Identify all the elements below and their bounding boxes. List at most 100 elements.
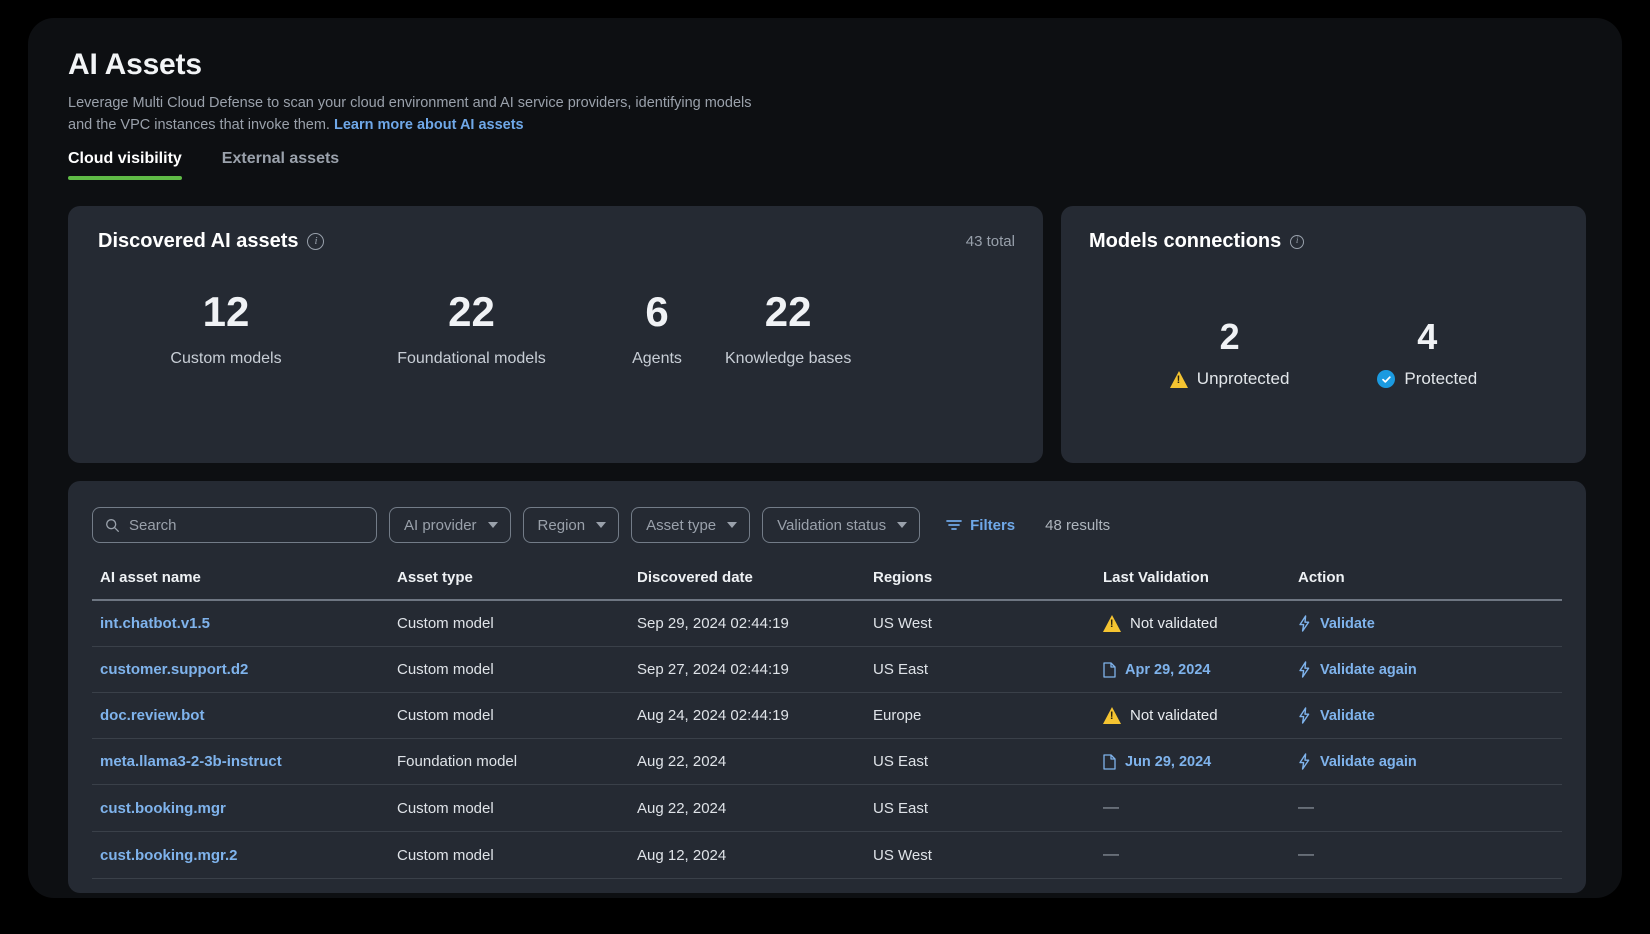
empty-value: — xyxy=(1298,846,1314,863)
connections-card-title: Models connections xyxy=(1089,230,1281,253)
tab-cloud-visibility[interactable]: Cloud visibility xyxy=(68,150,182,180)
column-header-regions[interactable]: Regions xyxy=(873,569,1103,600)
info-icon[interactable]: i xyxy=(307,233,324,250)
cell-asset-name: customer.support.d2 xyxy=(92,647,397,693)
table-row[interactable]: cust.booking.mgr.2Custom modelAug 12, 20… xyxy=(92,832,1562,879)
cell-discovered-date: Aug 24, 2024 02:44:19 xyxy=(637,693,873,739)
cell-region: US East xyxy=(873,785,1103,832)
table-row[interactable]: meta.llama3-2-3b-instruct Foundation mode… xyxy=(92,739,1562,785)
cell-region: Europe xyxy=(873,693,1103,739)
stat-foundational-models-value: 22 xyxy=(354,291,589,333)
search-icon xyxy=(105,518,120,533)
select-region-label: Region xyxy=(538,517,586,534)
column-header-ai-asset-name[interactable]: AI asset name xyxy=(92,569,397,600)
discovered-total-count: 43 total xyxy=(966,233,1015,250)
select-region[interactable]: Region xyxy=(523,507,620,543)
warning-triangle-icon xyxy=(1170,371,1188,388)
bolt-icon xyxy=(1298,753,1311,770)
cell-discovered-date: Sep 29, 2024 02:44:19 xyxy=(637,600,873,647)
validate-action-link[interactable]: Validate again xyxy=(1320,754,1417,770)
cell-region: US West xyxy=(873,600,1103,647)
cell-last-validation: Not validated xyxy=(1103,600,1298,647)
column-header-last-validation[interactable]: Last Validation xyxy=(1103,569,1298,600)
models-connections-card: Models connections i 2 Unprotected 4 xyxy=(1061,206,1586,463)
stat-agents: 6 Agents xyxy=(589,291,725,368)
discovered-ai-assets-card: Discovered AI assets i 43 total 12 Custo… xyxy=(68,206,1043,463)
select-validation-status-label: Validation status xyxy=(777,517,886,534)
validation-status-text: Not validated xyxy=(1130,707,1218,724)
stat-custom-models-value: 12 xyxy=(98,291,354,333)
stat-unprotected: 2 Unprotected xyxy=(1170,319,1290,389)
page-header: AI Assets Leverage Multi Cloud Defense t… xyxy=(68,48,1586,136)
validate-action-link[interactable]: Validate xyxy=(1320,616,1375,632)
cell-asset-name: cust.booking.mgr.2 xyxy=(92,832,397,879)
validate-action-link[interactable]: Validate xyxy=(1320,708,1375,724)
cell-action: — xyxy=(1298,785,1562,832)
cell-asset-type: Foundation model xyxy=(397,739,637,785)
column-header-discovered-date[interactable]: Discovered date xyxy=(637,569,873,600)
chevron-down-icon xyxy=(596,522,606,528)
stat-unprotected-label: Unprotected xyxy=(1197,369,1290,389)
cell-discovered-date: Aug 22, 2024 xyxy=(637,785,873,832)
document-icon xyxy=(1103,754,1116,770)
filters-button[interactable]: Filters xyxy=(946,517,1015,534)
asset-name-link[interactable]: cust.booking.mgr.2 xyxy=(100,847,238,864)
asset-name-link[interactable]: customer.support.d2 xyxy=(100,661,248,678)
chevron-down-icon xyxy=(897,522,907,528)
cell-action: Validate xyxy=(1298,600,1562,647)
document-icon xyxy=(1103,662,1116,678)
table-body: int.chatbot.v1.5Custom modelSep 29, 2024… xyxy=(92,600,1562,879)
empty-value: — xyxy=(1103,846,1119,863)
learn-more-link[interactable]: Learn more about AI assets xyxy=(334,117,524,133)
cell-asset-name: meta.llama3-2-3b-instruct xyxy=(92,739,397,785)
stat-protected: 4 Protected xyxy=(1377,319,1477,389)
cell-asset-name: int.chatbot.v1.5 xyxy=(92,600,397,647)
table-row[interactable]: cust.booking.mgrCustom modelAug 22, 2024… xyxy=(92,785,1562,832)
table-row[interactable]: doc.review.bot Custom modelAug 24, 2024 0… xyxy=(92,693,1562,739)
cell-asset-type: Custom model xyxy=(397,693,637,739)
stat-agents-label: Agents xyxy=(589,350,725,368)
stat-custom-models-label: Custom models xyxy=(98,350,354,368)
asset-name-link[interactable]: meta.llama3-2-3b-instruct xyxy=(100,753,282,770)
select-ai-provider[interactable]: AI provider xyxy=(389,507,511,543)
cell-region: US East xyxy=(873,739,1103,785)
discovered-stats-row: 12 Custom models 22 Foundational models … xyxy=(98,291,1015,368)
asset-name-link[interactable]: cust.booking.mgr xyxy=(100,800,226,817)
cell-discovered-date: Aug 22, 2024 xyxy=(637,739,873,785)
asset-name-link[interactable]: doc.review.bot xyxy=(100,707,204,724)
table-row[interactable]: int.chatbot.v1.5Custom modelSep 29, 2024… xyxy=(92,600,1562,647)
cell-region: US West xyxy=(873,832,1103,879)
table-row[interactable]: customer.support.d2Custom modelSep 27, 2… xyxy=(92,647,1562,693)
empty-value: — xyxy=(1298,799,1314,816)
column-header-asset-type[interactable]: Asset type xyxy=(397,569,637,600)
asset-name-link[interactable]: int.chatbot.v1.5 xyxy=(100,615,210,632)
cell-last-validation: Not validated xyxy=(1103,693,1298,739)
select-validation-status[interactable]: Validation status xyxy=(762,507,920,543)
search-box[interactable] xyxy=(92,507,377,543)
search-input[interactable] xyxy=(129,517,364,534)
app-window: AI Assets Leverage Multi Cloud Defense t… xyxy=(28,18,1622,898)
select-asset-type[interactable]: Asset type xyxy=(631,507,750,543)
table-header-row: AI asset name Asset type Discovered date… xyxy=(92,569,1562,600)
stat-knowledge-bases-label: Knowledge bases xyxy=(725,350,851,368)
cell-asset-type: Custom model xyxy=(397,832,637,879)
stat-protected-label-wrap: Protected xyxy=(1377,369,1477,389)
validate-action-link[interactable]: Validate again xyxy=(1320,662,1417,678)
bolt-icon xyxy=(1298,615,1311,632)
cell-last-validation: Jun 29, 2024 xyxy=(1103,739,1298,785)
page-subtitle: Leverage Multi Cloud Defense to scan you… xyxy=(68,92,778,136)
tab-external-assets[interactable]: External assets xyxy=(222,150,339,180)
info-icon[interactable]: i xyxy=(1290,235,1304,249)
cell-discovered-date: Sep 27, 2024 02:44:19 xyxy=(637,647,873,693)
chevron-down-icon xyxy=(727,522,737,528)
column-header-action[interactable]: Action xyxy=(1298,569,1562,600)
stat-foundational-models: 22 Foundational models xyxy=(354,291,589,368)
empty-value: — xyxy=(1103,799,1119,816)
warning-triangle-icon xyxy=(1103,707,1121,724)
chevron-down-icon xyxy=(488,522,498,528)
validation-date-text[interactable]: Apr 29, 2024 xyxy=(1125,662,1210,678)
check-circle-icon xyxy=(1377,370,1395,388)
validation-date-text[interactable]: Jun 29, 2024 xyxy=(1125,754,1211,770)
stat-protected-label: Protected xyxy=(1404,369,1477,389)
assets-table-panel: AI provider Region Asset type Validation… xyxy=(68,481,1586,893)
